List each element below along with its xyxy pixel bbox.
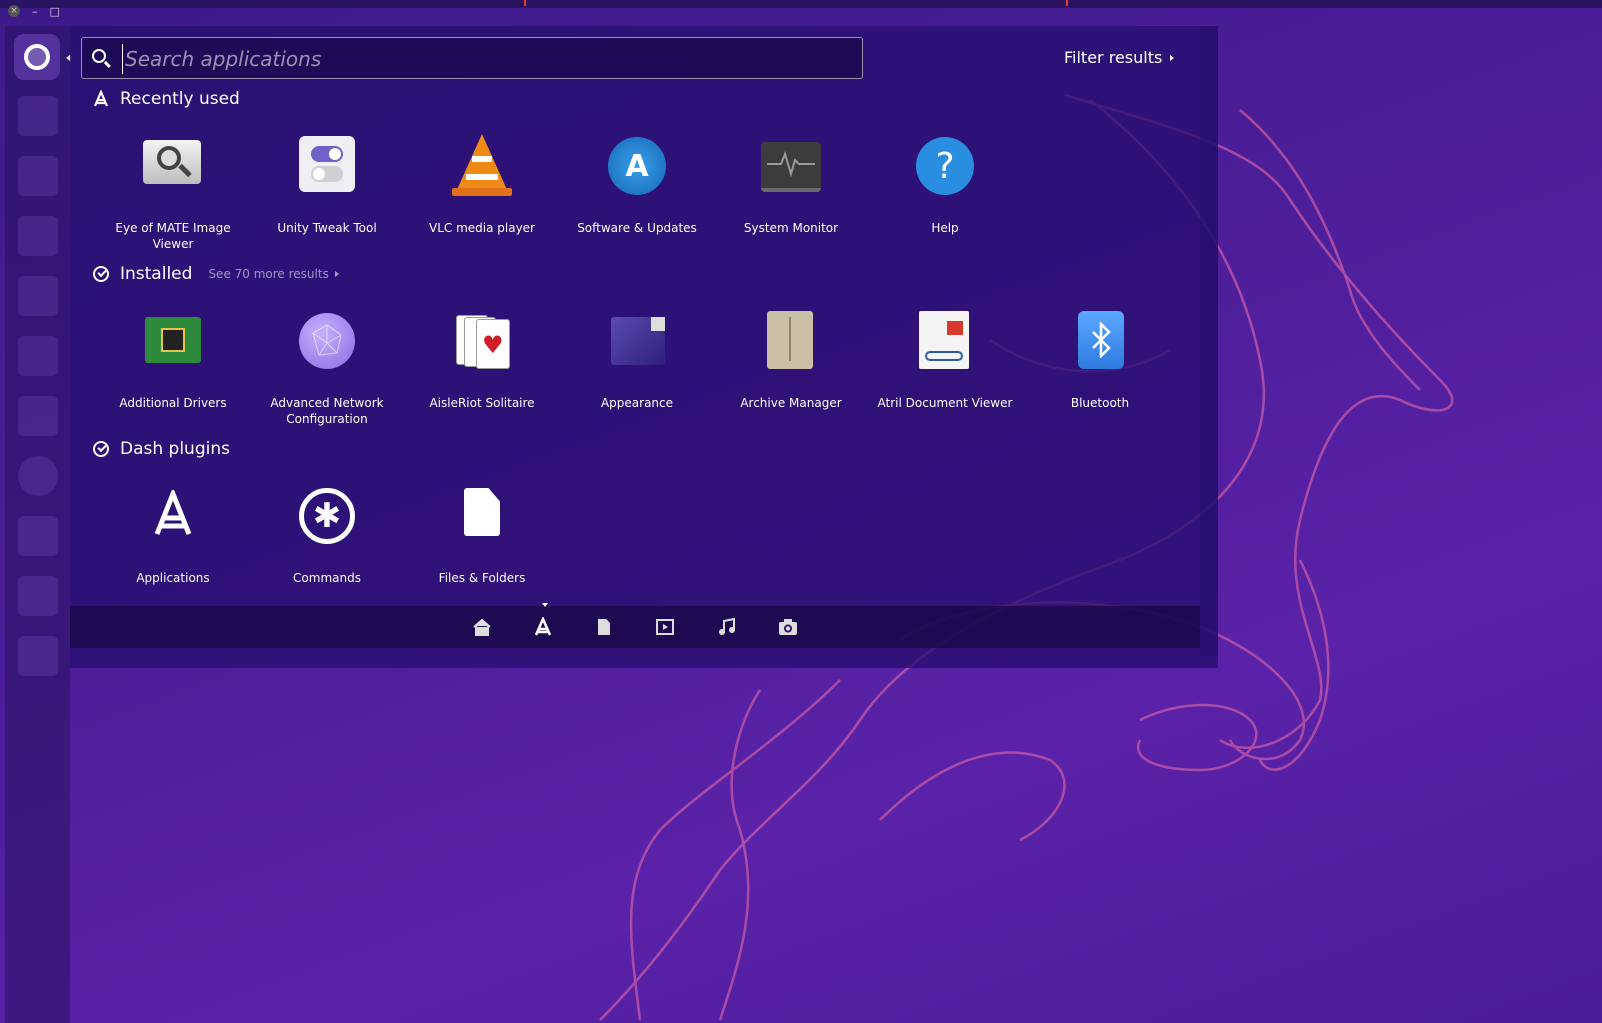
section-title: Dash plugins <box>120 439 230 459</box>
bluetooth-icon <box>1078 311 1124 369</box>
launcher-item-7[interactable] <box>18 456 58 496</box>
see-more-results-link[interactable]: See 70 more results <box>208 267 339 281</box>
app-label: VLC media player <box>428 221 535 235</box>
lens-bar <box>70 606 1200 648</box>
red-marker-right <box>1066 0 1068 6</box>
app-tile-eye-of-mate[interactable]: Eye of MATE Image Viewer <box>96 134 250 252</box>
dash-overlay: Filter results Recently used Eye of MATE… <box>70 26 1218 668</box>
app-tile-files-folders-plugin[interactable]: Files & Folders <box>405 484 559 586</box>
dash-home-button[interactable] <box>14 34 60 80</box>
app-label: Additional Drivers <box>119 396 227 410</box>
close-window-button[interactable]: × <box>8 5 20 17</box>
software-updates-icon: A <box>608 137 666 195</box>
minimize-window-button[interactable]: – <box>32 5 38 18</box>
launcher-item-3[interactable] <box>18 216 58 256</box>
app-tile-solitaire[interactable]: ♥ AisleRiot Solitaire <box>405 309 559 411</box>
search-icon <box>92 49 106 63</box>
check-circle-icon <box>93 266 109 282</box>
app-label: System Monitor <box>743 221 839 235</box>
commands-icon: ✱ <box>299 488 355 544</box>
app-tile-unity-tweak[interactable]: Unity Tweak Tool <box>250 134 404 236</box>
launcher-item-10[interactable] <box>18 636 58 676</box>
triangle-right-icon <box>334 271 339 277</box>
app-tile-help[interactable]: ? Help <box>868 134 1022 236</box>
app-tile-vlc[interactable]: VLC media player <box>405 134 559 236</box>
app-tile-network-config[interactable]: Advanced Network Configuration <box>250 309 404 427</box>
home-lens-icon[interactable] <box>470 616 494 638</box>
eye-of-mate-icon <box>143 140 201 184</box>
section-installed: Installed See 70 more results <box>92 264 339 284</box>
help-icon: ? <box>916 137 974 195</box>
system-monitor-icon <box>761 142 821 192</box>
atril-icon <box>919 311 969 369</box>
app-tile-appearance[interactable]: Appearance <box>560 309 714 411</box>
app-tile-archive-manager[interactable]: Archive Manager <box>714 309 868 411</box>
launcher <box>5 26 71 1023</box>
app-label: Archive Manager <box>740 396 842 410</box>
additional-drivers-icon <box>145 317 201 363</box>
section-title: Recently used <box>120 89 240 109</box>
launcher-item-8[interactable] <box>18 516 58 556</box>
red-marker-left <box>524 0 526 6</box>
filter-results-button[interactable]: Filter results <box>1064 48 1175 67</box>
launcher-item-6[interactable] <box>18 396 58 436</box>
section-title: Installed <box>120 264 193 284</box>
appearance-icon <box>611 317 665 365</box>
launcher-item-5[interactable] <box>18 336 58 376</box>
app-label: Atril Document Viewer <box>877 396 1013 410</box>
launcher-item-4[interactable] <box>18 276 58 316</box>
video-lens-icon[interactable] <box>653 616 677 638</box>
app-label: Commands <box>293 571 361 585</box>
app-label: Applications <box>136 571 210 585</box>
files-lens-icon[interactable] <box>592 616 616 638</box>
ubuntu-logo-icon <box>24 44 50 70</box>
music-lens-icon[interactable] <box>715 616 739 638</box>
applications-icon <box>149 487 197 538</box>
check-circle-icon <box>93 441 109 457</box>
window-controls: × – □ <box>8 0 60 22</box>
app-label: Help <box>931 221 959 235</box>
unity-tweak-icon <box>299 136 355 192</box>
vlc-icon <box>456 134 508 192</box>
applications-section-icon <box>92 90 110 108</box>
app-tile-applications-plugin[interactable]: Applications <box>96 484 250 586</box>
app-tile-software-updates[interactable]: A Software & Updates <box>560 134 714 236</box>
filter-results-label: Filter results <box>1064 48 1163 67</box>
maximize-window-button[interactable]: □ <box>50 5 60 18</box>
files-folders-icon <box>464 488 500 536</box>
app-label: Advanced Network Configuration <box>270 396 384 426</box>
network-config-icon <box>299 313 355 369</box>
see-more-label: See 70 more results <box>208 267 329 281</box>
app-tile-system-monitor[interactable]: System Monitor <box>714 134 868 236</box>
launcher-item-9[interactable] <box>18 576 58 616</box>
launcher-item-2[interactable] <box>18 156 58 196</box>
archive-manager-icon <box>767 311 813 369</box>
app-tile-additional-drivers[interactable]: Additional Drivers <box>96 309 250 411</box>
solitaire-icon: ♥ <box>456 313 510 369</box>
app-label: AisleRiot Solitaire <box>429 396 535 410</box>
section-recently-used: Recently used <box>92 89 240 109</box>
search-box <box>81 37 863 79</box>
triangle-right-icon <box>1170 54 1175 61</box>
app-tile-commands-plugin[interactable]: ✱ Commands <box>250 484 404 586</box>
app-label: Eye of MATE Image Viewer <box>115 221 231 251</box>
photo-lens-icon[interactable] <box>776 616 800 638</box>
launcher-item-1[interactable] <box>18 96 58 136</box>
app-label: Unity Tweak Tool <box>277 221 377 235</box>
applications-lens-icon[interactable] <box>531 616 555 638</box>
app-label: Bluetooth <box>1070 396 1130 410</box>
app-label: Appearance <box>600 396 674 410</box>
app-label: Files & Folders <box>438 571 526 585</box>
app-tile-bluetooth[interactable]: Bluetooth <box>1023 309 1177 411</box>
search-input[interactable] <box>122 44 847 74</box>
active-lens-indicator <box>542 603 548 607</box>
app-label: Software & Updates <box>577 221 697 235</box>
section-dash-plugins: Dash plugins <box>92 439 230 459</box>
app-tile-atril[interactable]: Atril Document Viewer <box>868 309 1022 411</box>
top-panel <box>0 0 1602 8</box>
